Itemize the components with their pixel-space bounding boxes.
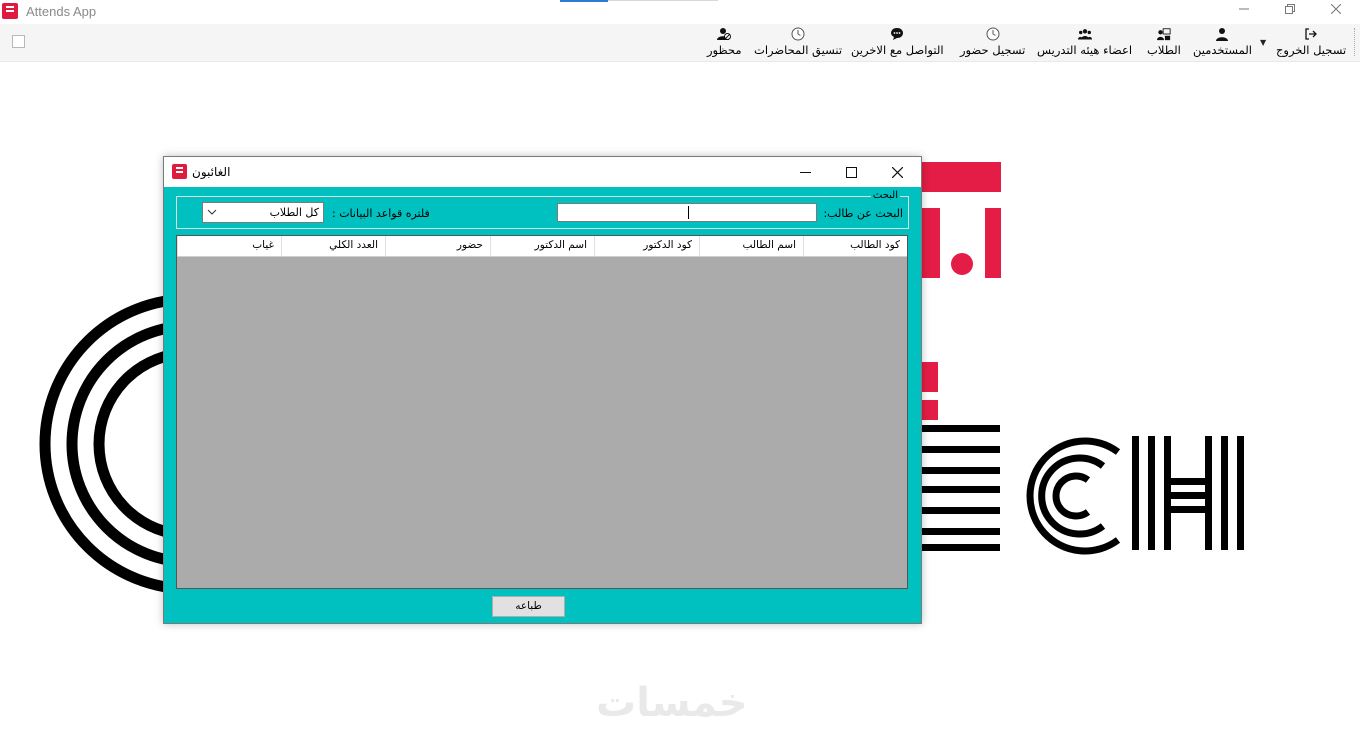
print-button[interactable]: طباعه <box>492 596 565 617</box>
toolbar-logout[interactable]: تسجيل الخروج <box>1276 24 1346 61</box>
toolbar-blocked[interactable]: محظور <box>707 24 742 61</box>
filter-select-value: كل الطلاب <box>269 206 319 219</box>
clock-icon <box>986 27 1000 41</box>
main-toolbar: تسجيل الخروج ▼ المستخدمين الطلاب اعضاء ه… <box>0 24 1360 62</box>
window-title: Attends App <box>26 4 97 19</box>
restore-icon <box>1285 4 1295 14</box>
maximize-icon <box>845 166 857 178</box>
close-icon <box>1330 3 1342 15</box>
dialog-titlebar: الغائبون <box>164 157 921 187</box>
toolbar-grip[interactable] <box>1354 28 1357 56</box>
toolbar-label-students: الطلاب <box>1147 43 1181 57</box>
close-icon <box>891 166 903 178</box>
student-search-input[interactable] <box>557 203 817 222</box>
toolbar-attendance[interactable]: تسجيل حضور <box>960 24 1025 61</box>
search-group-title: البحث <box>870 190 900 201</box>
toolbar-label-users: المستخدمين <box>1193 43 1252 57</box>
toolbar-label-lectures: تنسيق المحاضرات <box>754 43 843 57</box>
grid-header: كود الطالب اسم الطالب كود الدكتور اسم ال… <box>177 236 907 257</box>
toolbar-lectures[interactable]: تنسيق المحاضرات <box>754 24 842 61</box>
column-header-student-name[interactable]: اسم الطالب <box>699 236 803 256</box>
titlebar-accent <box>560 0 608 2</box>
toolbar-label-logout: تسجيل الخروج <box>1276 43 1347 57</box>
toolbar-faculty[interactable]: اعضاء هيئه التدريس <box>1037 24 1132 61</box>
app-logo-icon <box>2 3 18 19</box>
toolbar-label-communicate: التواصل مع الاخرين <box>851 43 944 57</box>
dialog-close-button[interactable] <box>874 157 920 187</box>
column-header-doctor-code[interactable]: كود الدكتور <box>594 236 699 256</box>
chevron-down-icon <box>207 209 217 215</box>
toolbar-communicate[interactable]: التواصل مع الاخرين <box>851 24 944 61</box>
blocked-user-icon <box>717 28 732 40</box>
text-caret <box>688 206 689 219</box>
watermark-text: خمسات <box>596 680 748 726</box>
dialog-minimize-button[interactable] <box>782 157 828 187</box>
filter-label: فلتره قواعد البيانات : <box>332 207 430 220</box>
toolbar-label-blocked: محظور <box>707 43 742 57</box>
column-header-student-code[interactable]: كود الطالب <box>803 236 907 256</box>
toolbar-label-faculty: اعضاء هيئه التدريس <box>1037 43 1133 57</box>
chat-icon <box>891 28 904 40</box>
filter-select[interactable]: كل الطلاب <box>202 202 324 223</box>
clock-icon <box>791 27 805 41</box>
dialog-title: الغائبون <box>192 165 231 179</box>
column-header-attendance[interactable]: حضور <box>385 236 490 256</box>
column-header-total[interactable]: العدد الكلي <box>281 236 385 256</box>
minimize-button[interactable] <box>1221 0 1267 24</box>
column-header-doctor-name[interactable]: اسم الدكتور <box>490 236 594 256</box>
restore-button[interactable] <box>1267 0 1313 24</box>
logout-icon <box>1305 28 1317 40</box>
toolbar-checkbox[interactable] <box>12 35 25 48</box>
window-titlebar: Attends App <box>0 0 1360 24</box>
group-icon <box>1077 29 1092 40</box>
user-icon <box>1216 28 1229 41</box>
search-label: البحث عن طالب: <box>823 207 903 220</box>
students-icon <box>1156 28 1171 41</box>
absentees-grid[interactable]: كود الطالب اسم الطالب كود الدكتور اسم ال… <box>176 235 908 589</box>
toolbar-label-attendance: تسجيل حضور <box>960 43 1026 57</box>
dropdown-arrow-icon[interactable]: ▼ <box>1260 38 1266 47</box>
minimize-icon <box>1239 8 1249 10</box>
column-header-absence[interactable]: غياب <box>177 236 281 256</box>
toolbar-students[interactable]: الطلاب <box>1147 24 1181 61</box>
minimize-icon <box>799 171 811 173</box>
dialog-maximize-button[interactable] <box>828 157 874 187</box>
toolbar-users[interactable]: المستخدمين <box>1193 24 1252 61</box>
close-button[interactable] <box>1313 0 1359 24</box>
titlebar-line <box>608 0 718 1</box>
absentees-dialog: الغائبون البحث البحث عن طالب: فلتره قواع… <box>163 156 922 624</box>
dialog-logo-icon <box>172 164 187 179</box>
